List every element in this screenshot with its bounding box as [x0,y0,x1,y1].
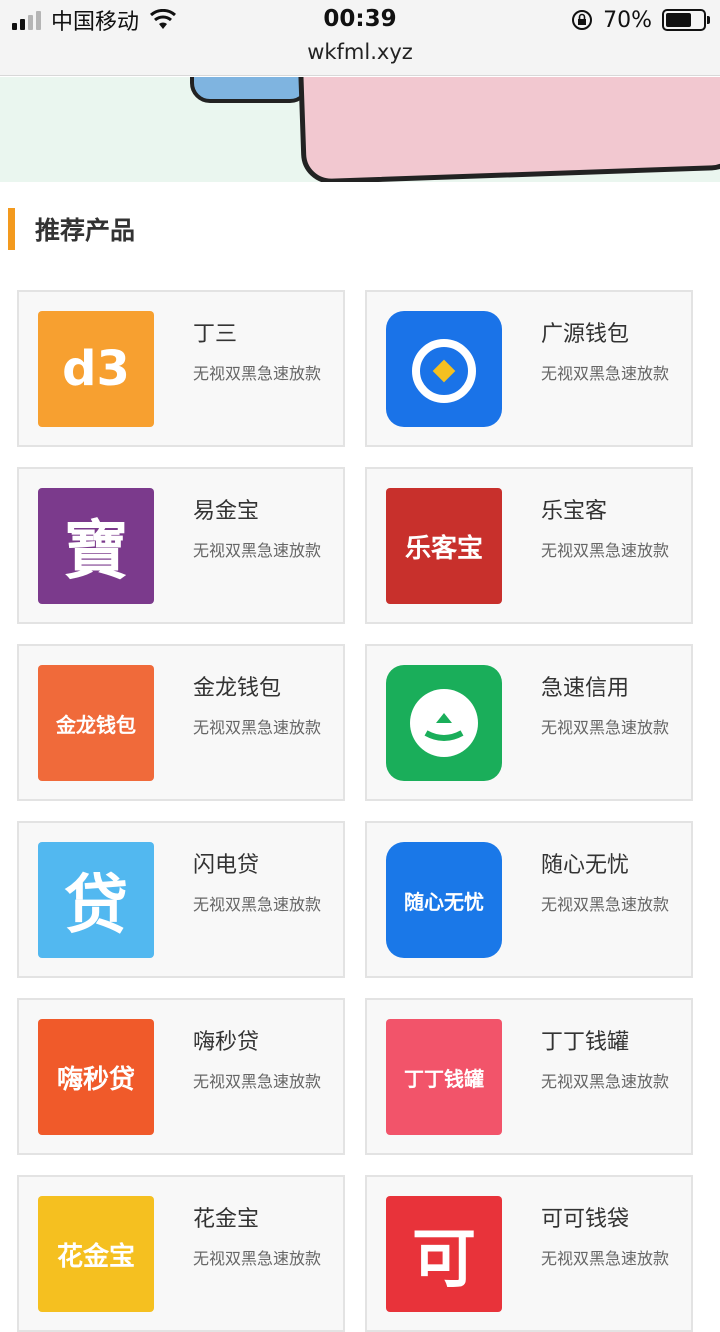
product-name: 花金宝 [193,1207,260,1232]
product-description: 无视双黑急速放款 [193,1072,322,1091]
address-bar[interactable]: wkfml.xyz [0,40,720,64]
product-description: 无视双黑急速放款 [541,895,670,914]
battery-level [666,13,692,27]
cat-logo-icon: 花金宝 [38,1196,154,1312]
product-description: 无视双黑急速放款 [541,1249,670,1268]
product-logo-text: 乐客宝 [404,533,483,564]
product-name: 乐宝客 [541,499,608,524]
banner-blue-shape [190,77,310,103]
product-description: 无视双黑急速放款 [193,364,322,383]
product-description: 无视双黑急速放款 [541,718,670,737]
product-description: 无视双黑急速放款 [193,895,322,914]
product-card[interactable]: 乐客宝 乐宝客无视双黑急速放款 [365,467,693,624]
logo-mark-icon [412,339,476,403]
lightning-loan-logo-icon: 贷 [38,842,154,958]
product-logo-text: 花金宝 [56,1241,135,1272]
product-logo-text: d3 [62,341,130,397]
product-name: 急速信用 [541,676,630,701]
product-grid: d3 丁三 无视双黑急速放款 广源钱包 无视双黑急速放款寶易金宝 无视双黑急速放款 乐客宝乐… [17,290,693,1332]
product-description: 无视双黑急速放款 [541,541,670,560]
battery-percent: 70% [603,7,652,33]
product-card[interactable]: 广源钱包无视双黑急速放款 [365,290,693,447]
product-name: 丁丁钱罐 [541,1030,630,1055]
product-name: 嗨秒贷 [193,1030,260,1055]
product-description: 无视双黑急速放款 [193,1249,322,1268]
product-logo-text: 嗨秒贷 [56,1064,135,1095]
banner-pink-shape [298,77,720,182]
product-name: 随心无忧 [541,853,630,878]
product-name: 闪电贷 [193,853,260,878]
product-logo-text: 丁丁钱罐 [404,1066,484,1091]
status-right: 70% [571,7,710,33]
d3-logo-icon: d3 [38,311,154,427]
product-logo-text: 寶 [64,515,128,589]
product-logo-text: 随心无忧 [404,889,484,914]
status-bar: 中国移动 00:39 wkfml.xyz 70% [0,0,720,76]
money-bag-logo-icon: 可 [386,1196,502,1312]
product-description: 无视双黑急速放款 [193,541,322,560]
battery-icon [662,9,710,31]
stopwatch-logo-icon: 嗨秒贷 [38,1019,154,1135]
product-logo-text: 金龙钱包 [56,712,136,737]
product-card[interactable]: 嗨秒贷 嗨秒贷 无视双黑急速放款 [17,998,345,1155]
lekebao-logo-icon: 乐客宝 [386,488,502,604]
bao-logo-icon: 寶 [38,488,154,604]
product-card[interactable]: 可 可可钱袋无视双黑急速放款 [365,1175,693,1332]
product-description: 无视双黑急速放款 [541,1072,670,1091]
product-card[interactable]: 金龙钱包 金龙钱包 无视双黑急速放款 [17,644,345,801]
orientation-lock-icon [572,10,593,30]
product-card[interactable]: 花金宝 花金宝 无视双黑急速放款 [17,1175,345,1332]
section-header: 推荐产品 [8,208,135,250]
section-accent-bar [8,208,15,250]
credit-logo-icon [386,665,502,781]
logo-mark-icon [410,689,478,757]
product-name: 丁三 [193,322,238,347]
product-card[interactable]: 随心无忧 随心无忧 无视双黑急速放款 [365,821,693,978]
product-description: 无视双黑急速放款 [541,364,670,383]
product-card[interactable]: 贷 闪电贷无视双黑急速放款 [17,821,345,978]
product-description: 无视双黑急速放款 [193,718,322,737]
banner-image[interactable] [0,77,720,182]
product-name: 易金宝 [193,499,260,524]
product-card[interactable]: 寶 易金宝无视双黑急速放款 [17,467,345,624]
product-name: 广源钱包 [541,322,630,347]
yen-bag-logo-icon: 随心无忧 [386,842,502,958]
product-card[interactable]: d3 丁三无视双黑急速放款 [17,290,345,447]
golden-dragon-logo-icon: 金龙钱包 [38,665,154,781]
product-logo-text: 贷 [64,869,128,943]
dragon-logo-icon [386,311,502,427]
product-name: 可可钱袋 [541,1207,630,1232]
product-logo-text: 可 [412,1223,476,1297]
product-card[interactable]: 丁丁钱罐 丁丁钱罐 无视双黑急速放款 [365,998,693,1155]
product-name: 金龙钱包 [193,676,282,701]
section-title: 推荐产品 [35,216,136,245]
money-jar-logo-icon: 丁丁钱罐 [386,1019,502,1135]
product-card[interactable]: 急速信用无视双黑急速放款 [365,644,693,801]
